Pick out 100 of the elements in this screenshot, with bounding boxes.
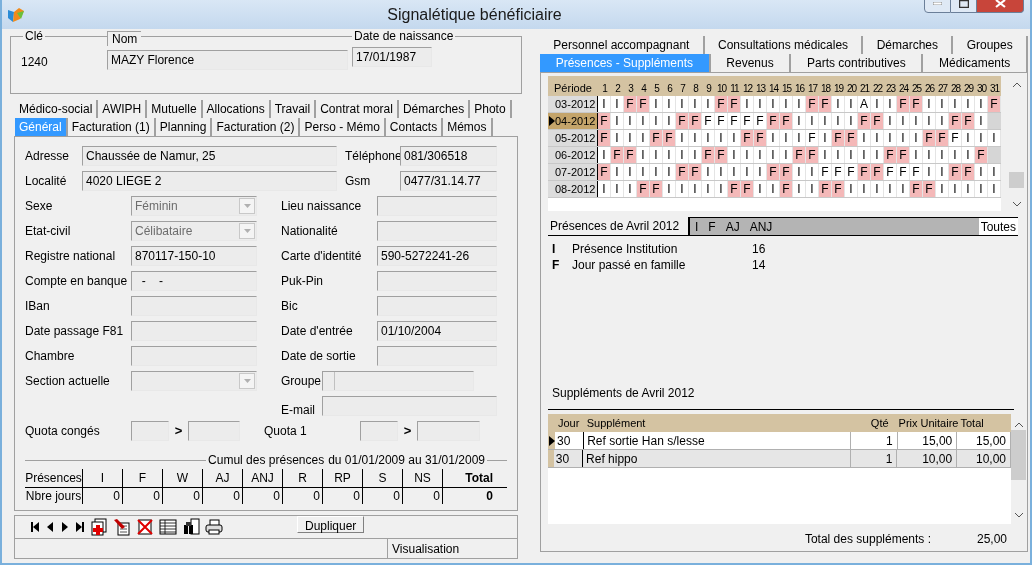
day-header: 18 xyxy=(819,82,832,96)
dropdown-field[interactable] xyxy=(131,371,257,391)
scroll-up-icon[interactable] xyxy=(1014,422,1023,427)
text-field[interactable] xyxy=(377,271,497,291)
field-label: Sexe xyxy=(25,198,54,215)
email-field[interactable] xyxy=(322,396,497,416)
day-header: 8 xyxy=(692,82,700,96)
day-cell: F xyxy=(819,96,832,112)
period-cell[interactable]: 07-2012 xyxy=(548,164,598,180)
day-cell: F xyxy=(897,164,910,180)
scrollbar-thumb[interactable] xyxy=(1009,171,1024,188)
table-cell: 0 xyxy=(363,488,403,504)
field-label: Adresse xyxy=(25,148,71,165)
total-value: 25,00 xyxy=(975,531,1008,548)
filter-button[interactable]: AJ xyxy=(720,217,745,236)
text-field[interactable]: 590-5272241-26 xyxy=(377,246,497,266)
text-field[interactable]: - - xyxy=(131,271,257,291)
text-field[interactable]: 01/10/2004 xyxy=(377,321,497,341)
text-field[interactable] xyxy=(131,296,257,316)
period-cell[interactable]: 03-2012 xyxy=(548,96,598,112)
dropdown-field[interactable]: Célibataire xyxy=(131,221,257,241)
text-field[interactable] xyxy=(360,421,398,441)
text-field[interactable]: 081/306518 xyxy=(400,146,497,166)
scroll-down-icon[interactable] xyxy=(1014,513,1023,518)
text-field[interactable] xyxy=(417,421,480,441)
text-field[interactable]: Chaussée de Namur, 25 xyxy=(82,146,337,166)
table-cell: 0 xyxy=(283,488,323,504)
period-cell[interactable]: 08-2012 xyxy=(548,181,598,197)
field-label: E-mail xyxy=(281,402,316,419)
text-field[interactable]: 870117-150-10 xyxy=(131,246,257,266)
group-field[interactable] xyxy=(322,371,474,391)
day-cell: F xyxy=(910,181,923,197)
day-cell: A xyxy=(858,96,871,112)
filter-button[interactable]: I xyxy=(690,217,704,236)
filter-button[interactable]: F xyxy=(703,217,721,236)
day-cell: F xyxy=(689,113,702,129)
day-cell: F xyxy=(650,130,663,146)
list-view-icon[interactable] xyxy=(158,517,178,537)
day-cell: F xyxy=(819,181,832,197)
date-range: du 01/01/2009 au 31/01/2009 xyxy=(327,452,486,469)
delete-record-icon[interactable] xyxy=(135,517,155,537)
duplicate-button[interactable]: Dupliquer xyxy=(297,515,365,533)
day-cell: F xyxy=(624,147,637,163)
table-row[interactable]: 30 Ref hippo 1 10,00 10,00 xyxy=(548,450,1011,468)
field-label: Clé xyxy=(23,29,45,43)
table-cell: Nbre jours xyxy=(25,488,83,504)
column-header: NS xyxy=(403,469,443,487)
day-cell: F xyxy=(676,113,689,129)
field-label: Localité xyxy=(25,173,68,190)
text-field[interactable]: 17/01/1987 xyxy=(352,47,432,67)
period-cell[interactable]: 06-2012 xyxy=(548,147,598,163)
day-cell: F xyxy=(767,113,780,129)
text-field[interactable] xyxy=(377,221,497,241)
text-field[interactable]: 4020 LIEGE 2 xyxy=(82,171,337,191)
text-field[interactable] xyxy=(131,421,169,441)
day-header: 6 xyxy=(666,82,674,96)
field-label: Section actuelle xyxy=(25,373,111,390)
day-header: 9 xyxy=(705,82,713,96)
row-selector[interactable] xyxy=(548,432,555,449)
scroll-up-icon[interactable] xyxy=(1012,82,1021,87)
add-record-icon[interactable] xyxy=(89,517,109,537)
day-cell: F xyxy=(806,130,819,146)
day-cell: F xyxy=(897,96,910,112)
field-label: Chambre xyxy=(25,348,76,365)
column-header: R xyxy=(283,469,323,487)
day-header: 14 xyxy=(767,82,780,96)
text-field[interactable] xyxy=(131,321,257,341)
printer-icon[interactable] xyxy=(204,517,224,537)
text-field[interactable] xyxy=(377,346,497,366)
field-label: IBan xyxy=(25,298,51,315)
day-cell: F xyxy=(923,181,936,197)
period-cell[interactable]: 05-2012 xyxy=(548,130,598,146)
text-field[interactable] xyxy=(131,346,257,366)
day-header: 20 xyxy=(845,82,858,96)
section-title: Cumul des présences xyxy=(207,452,326,469)
field-label: Compte en banque xyxy=(25,273,129,290)
show-all-button[interactable]: Toutes xyxy=(978,218,1018,235)
text-field[interactable]: 0477/31.14.77 xyxy=(400,171,497,191)
scroll-down-icon[interactable] xyxy=(1012,202,1021,207)
day-header: 5 xyxy=(653,82,661,96)
day-cell: F xyxy=(611,147,624,163)
table-row[interactable]: 30 Ref sortie Han s/lesse 1 15,00 15,00 xyxy=(548,432,1011,450)
binoculars-icon[interactable] xyxy=(181,517,201,537)
scrollbar-thumb[interactable] xyxy=(1011,430,1026,480)
text-field[interactable] xyxy=(188,421,240,441)
day-header: 3 xyxy=(627,82,635,96)
day-cell: F xyxy=(793,147,806,163)
edit-record-icon[interactable] xyxy=(112,517,132,537)
day-header: 25 xyxy=(910,82,923,96)
table-cell: Ref sortie Han s/lesse xyxy=(584,432,852,449)
filter-button[interactable]: ANJ xyxy=(744,217,778,236)
greater-than-sign: > xyxy=(173,422,184,441)
day-cell: F xyxy=(962,164,975,180)
period-cell[interactable]: 04-2012 xyxy=(548,113,598,129)
column-header: S xyxy=(363,469,403,487)
text-field[interactable] xyxy=(377,196,497,216)
dropdown-field[interactable]: Féminin xyxy=(131,196,257,216)
text-field[interactable]: MAZY Florence xyxy=(107,50,348,70)
day-header: 7 xyxy=(679,82,687,96)
text-field[interactable] xyxy=(377,296,497,316)
